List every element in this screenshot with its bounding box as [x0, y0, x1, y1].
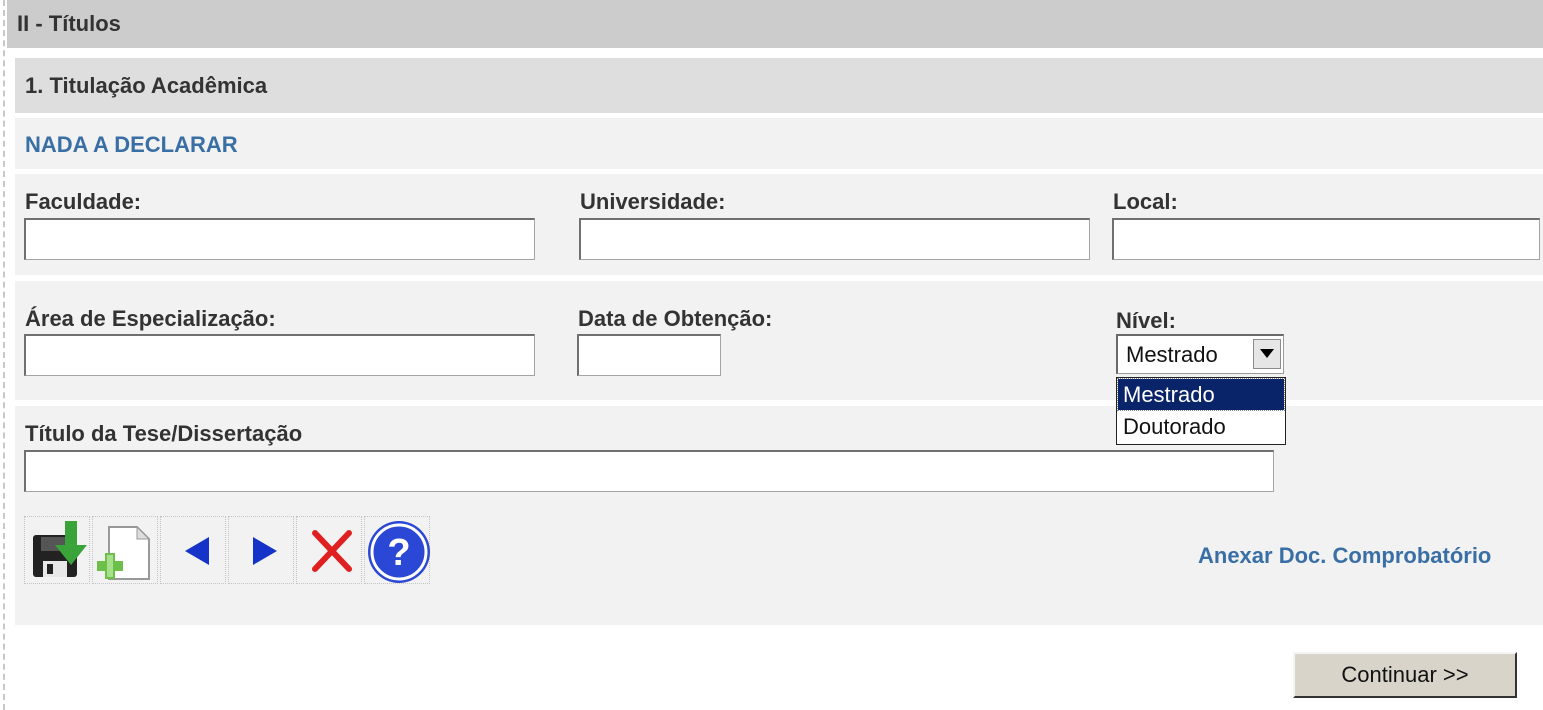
local-input[interactable]	[1112, 218, 1540, 260]
area-especializacao-input[interactable]	[24, 334, 535, 376]
save-icon	[33, 521, 87, 577]
new-document-icon	[97, 525, 151, 580]
local-label: Local:	[1113, 189, 1178, 214]
nada-panel	[15, 118, 1543, 169]
universidade-input[interactable]	[579, 218, 1090, 260]
next-button[interactable]	[228, 516, 294, 584]
chevron-down-icon[interactable]	[1253, 339, 1281, 369]
data-obtencao-label: Data de Obtenção:	[578, 306, 773, 331]
previous-button[interactable]	[160, 516, 226, 584]
svg-text:?: ?	[387, 532, 410, 574]
delete-icon	[312, 530, 352, 572]
universidade-label: Universidade:	[580, 189, 726, 214]
next-icon	[253, 537, 277, 565]
section-header: II - Títulos	[7, 0, 1543, 48]
new-record-button[interactable]	[92, 516, 158, 584]
subsection-header: 1. Titulação Acadêmica	[15, 58, 1543, 113]
page-left-border	[3, 0, 5, 710]
help-icon: ?	[368, 521, 430, 583]
nada-a-declarar-link[interactable]: NADA A DECLARAR	[25, 132, 238, 158]
area-especializacao-label: Área de Especialização:	[25, 306, 276, 331]
previous-icon	[185, 537, 209, 565]
faculdade-input[interactable]	[24, 218, 535, 260]
nivel-option-mestrado[interactable]: Mestrado	[1117, 378, 1285, 411]
delete-button[interactable]	[296, 516, 362, 584]
continue-button[interactable]: Continuar >>	[1293, 652, 1517, 698]
data-obtencao-input[interactable]	[577, 334, 721, 376]
nivel-label: Nível:	[1116, 308, 1176, 333]
titulo-tese-label: Título da Tese/Dissertação	[25, 421, 303, 446]
help-button[interactable]: ?	[364, 516, 430, 584]
nivel-option-doutorado[interactable]: Doutorado	[1118, 411, 1284, 442]
nivel-dropdown-list: Mestrado Doutorado	[1116, 377, 1286, 445]
anexar-doc-link[interactable]: Anexar Doc. Comprobatório	[1198, 543, 1491, 569]
faculdade-label: Faculdade:	[25, 189, 142, 214]
nivel-select[interactable]: Mestrado	[1116, 334, 1284, 374]
save-button[interactable]	[24, 516, 90, 584]
titulo-tese-input[interactable]	[24, 450, 1274, 492]
nivel-selected-value: Mestrado	[1126, 342, 1218, 367]
